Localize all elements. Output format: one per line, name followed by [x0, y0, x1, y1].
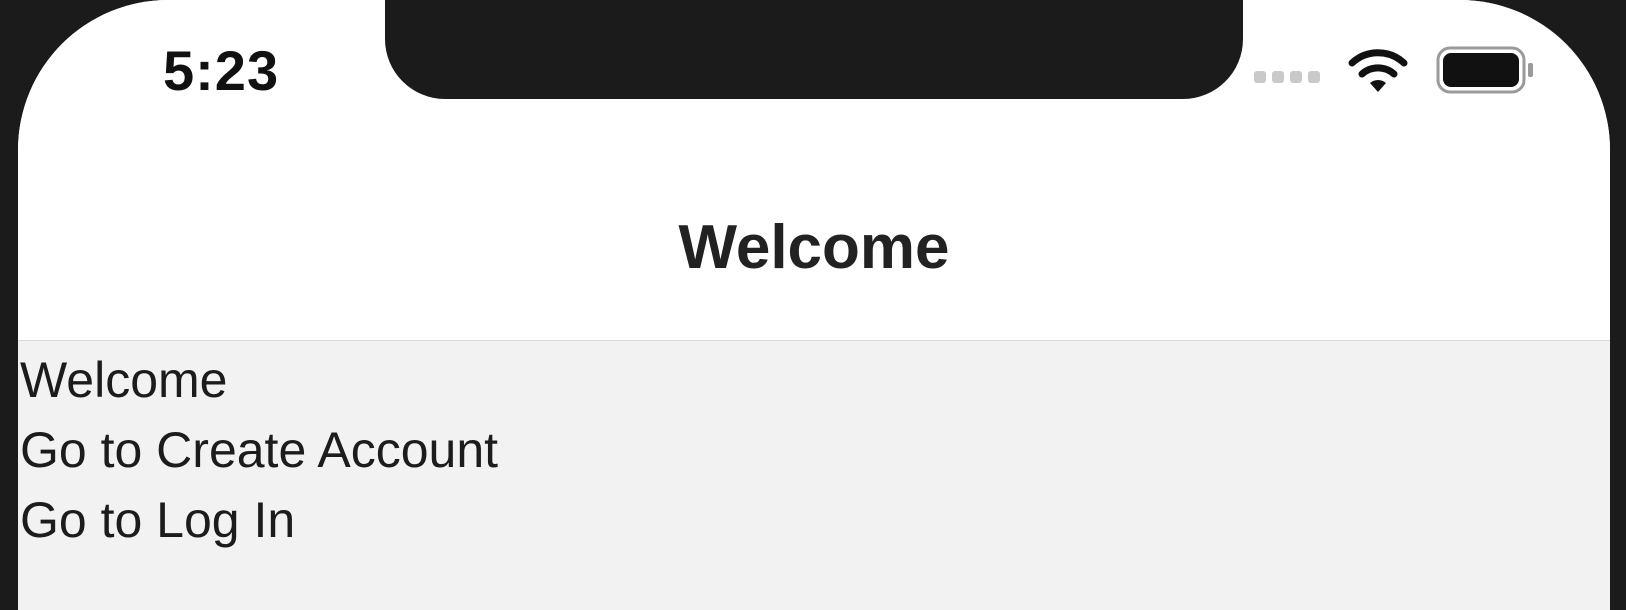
wifi-icon — [1348, 49, 1408, 92]
status-icons — [1254, 44, 1536, 96]
status-time: 5:23 — [163, 39, 280, 102]
welcome-heading: Welcome — [20, 352, 228, 408]
log-in-link[interactable]: Go to Log In — [20, 485, 498, 555]
device-notch — [385, 0, 1243, 99]
signal-dots-icon — [1254, 71, 1320, 83]
content-area: Welcome Go to Create Account Go to Log I… — [20, 345, 498, 555]
create-account-link[interactable]: Go to Create Account — [20, 415, 498, 485]
navigation-header: 5:23 Welcome — [18, 0, 1610, 341]
phone-screen: 5:23 Welcome Welcome Go to Create Accoun… — [18, 0, 1610, 610]
battery-icon — [1436, 46, 1533, 94]
nav-title: Welcome — [678, 213, 950, 282]
